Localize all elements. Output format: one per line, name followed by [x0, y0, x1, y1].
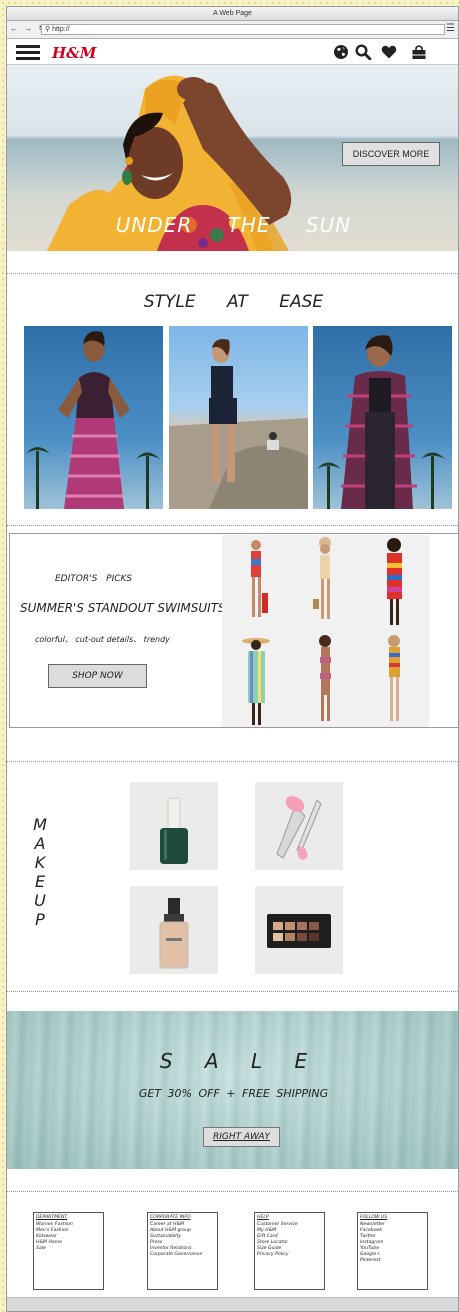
editors-picks-label: EDITOR'S PICKS	[55, 574, 133, 584]
menu-icon[interactable]: ☰	[446, 23, 455, 34]
discover-more-button[interactable]: DISCOVER MORE	[342, 142, 440, 166]
sale-subtitle: GET 30% OFF + FREE SHIPPING	[138, 1087, 329, 1100]
footer-link[interactable]: Sale	[36, 1246, 101, 1252]
footer-corporate-info: CORPORATE INFO Career at H&M About H&M g…	[147, 1212, 218, 1290]
editors-picks-headline: SUMMER'S STANDOUT SWIMSUITS	[20, 601, 226, 615]
browser-window: A Web Page ← → ↻ ⚲ http:// ☰ H&M DISCOVE…	[6, 6, 459, 1312]
footer-heading: CORPORATE INFO	[150, 1215, 191, 1220]
window-title: A Web Page	[7, 7, 458, 21]
footer-link[interactable]: Corporate Governance	[150, 1252, 215, 1258]
heart-icon[interactable]	[380, 44, 398, 60]
shopping-bag-icon[interactable]	[410, 44, 428, 60]
footer-link[interactable]: Privacy Policy	[257, 1252, 322, 1258]
style-look-2[interactable]	[169, 326, 308, 509]
swimsuit-1[interactable]	[222, 535, 291, 631]
url-text: http://	[52, 26, 70, 33]
footer-follow-us: FOLLOW US Newsletter Facebook Twitter In…	[357, 1212, 428, 1290]
footer-heading: DEPARTMENT	[36, 1215, 68, 1220]
section-divider	[7, 273, 458, 274]
hamburger-menu-icon[interactable]	[16, 45, 40, 61]
footer-heading: FOLLOW US	[360, 1215, 388, 1220]
hero-banner[interactable]: DISCOVER MORE UNDER THE SUN	[7, 65, 458, 251]
section-divider	[7, 991, 458, 992]
swimsuit-5[interactable]	[291, 631, 360, 727]
logo[interactable]: H&M	[52, 44, 96, 62]
swimsuit-grid	[222, 535, 429, 727]
right-away-button[interactable]: RIGHT AWAY	[203, 1127, 280, 1147]
eyeshadow-palette-product[interactable]	[255, 886, 343, 974]
footer-help: HELP Customer Service My H&M Gift Card S…	[254, 1212, 325, 1290]
section-divider	[7, 525, 458, 526]
swimsuit-6[interactable]	[360, 631, 429, 727]
editors-picks-tags: colorful、 cut-out details、 trendy	[35, 635, 170, 644]
swimsuit-4[interactable]	[222, 631, 291, 727]
sale-banner: S A L E GET 30% OFF + FREE SHIPPING RIGH…	[7, 1011, 458, 1169]
footer-department: DEPARTMENT Women Fashion Men's Fashion K…	[33, 1212, 104, 1290]
section-divider	[7, 1191, 458, 1192]
style-section-title: STYLE AT EASE	[143, 292, 324, 312]
search-icon: ⚲	[45, 26, 51, 33]
browser-status-bar	[7, 1297, 458, 1311]
shop-now-button[interactable]: SHOP NOW	[48, 664, 147, 688]
style-look-3[interactable]	[313, 326, 452, 509]
search-icon[interactable]	[354, 44, 372, 60]
nail-polish-product[interactable]	[130, 782, 218, 870]
site-header: H&M	[7, 39, 458, 65]
url-input[interactable]: ⚲ http://	[41, 24, 445, 35]
globe-icon[interactable]	[332, 44, 350, 60]
editors-picks-section: EDITOR'S PICKS SUMMER'S STANDOUT SWIMSUI…	[9, 533, 458, 728]
sale-title: S A L E	[159, 1049, 308, 1073]
makeup-vertical-title: M A K E U P	[33, 815, 47, 929]
makeup-brushes-product[interactable]	[255, 782, 343, 870]
section-divider	[7, 761, 458, 762]
foundation-product[interactable]	[130, 886, 218, 974]
footer-link[interactable]: Pinterest	[360, 1258, 425, 1264]
swimsuit-3[interactable]	[360, 535, 429, 631]
swimsuit-2[interactable]	[291, 535, 360, 631]
footer-heading: HELP	[257, 1215, 269, 1220]
address-bar: ← → ↻ ⚲ http:// ☰	[7, 21, 458, 39]
style-look-1[interactable]	[24, 326, 163, 509]
hero-title: UNDER THE SUN	[115, 213, 352, 237]
